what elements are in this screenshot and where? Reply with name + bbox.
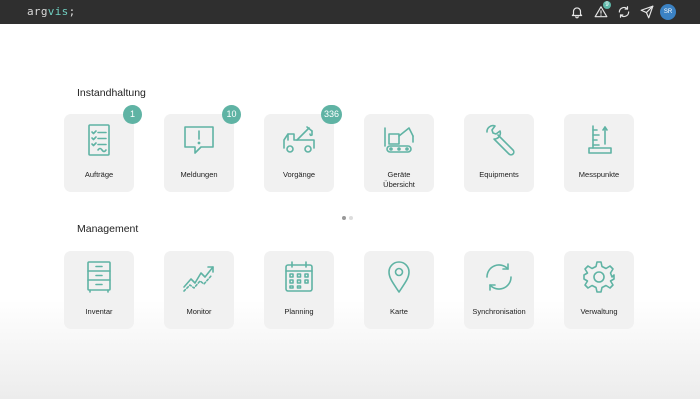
tile-verwaltung[interactable]: Verwaltung: [564, 251, 634, 329]
tile-meldungen[interactable]: Meldungen: [164, 114, 234, 192]
carousel-dot[interactable]: [349, 216, 353, 220]
badge-auftraege: 1: [123, 105, 142, 124]
logo-prefix: arg: [27, 5, 48, 18]
app-logo[interactable]: argvis;: [27, 5, 76, 18]
tile-auftraege[interactable]: Aufträge: [64, 114, 134, 192]
logo-accent: vis: [47, 5, 69, 18]
tile-label-line1: Geräte: [387, 170, 411, 179]
tile-label-line2: Übersicht: [383, 180, 415, 189]
measuring-gauge-icon: [581, 122, 617, 158]
section-title-instandhaltung: Instandhaltung: [77, 87, 146, 99]
tile-label: Planning: [284, 307, 314, 316]
tile-label: Inventar: [85, 307, 113, 316]
tile-planning[interactable]: Planning: [264, 251, 334, 329]
badge-vorgaenge: 336: [321, 105, 343, 124]
section-title-management: Management: [77, 223, 139, 235]
sync-icon[interactable]: [617, 5, 631, 19]
tile-label: Verwaltung: [580, 307, 618, 316]
alert-count-badge: 9: [603, 1, 611, 9]
tile-karte[interactable]: Karte: [364, 251, 434, 329]
carousel-dot-active[interactable]: [342, 216, 346, 220]
tile-messpunkte[interactable]: Messpunkte: [564, 114, 634, 192]
tile-monitor[interactable]: Monitor: [164, 251, 234, 329]
tile-label: Karte: [390, 307, 408, 316]
tile-label: Vorgänge: [282, 170, 316, 179]
logo-suffix: ;: [68, 5, 76, 18]
avatar[interactable]: SR: [660, 4, 676, 20]
tile-label: Equipments: [479, 170, 519, 179]
message-alert-icon: [181, 122, 217, 158]
calendar-icon: [281, 259, 317, 295]
cabinet-icon: [81, 259, 117, 295]
tile-geraete-uebersicht[interactable]: Geräte Übersicht: [364, 114, 434, 192]
map-pin-icon: [381, 259, 417, 295]
badge-meldungen: 10: [222, 105, 241, 124]
tow-truck-icon: [281, 122, 317, 158]
tile-equipments[interactable]: Equipments: [464, 114, 534, 192]
trend-chart-icon: [181, 259, 217, 295]
bell-icon[interactable]: [570, 5, 584, 19]
crane-icon: [381, 122, 417, 158]
tile-label: Messpunkte: [578, 170, 620, 179]
send-icon[interactable]: [640, 5, 654, 19]
carousel-dots: [342, 207, 356, 225]
wrench-icon: [481, 122, 517, 158]
tile-label: Geräte Übersicht: [364, 170, 434, 190]
tile-label: Synchronisation: [472, 307, 526, 316]
tile-synchronisation[interactable]: Synchronisation: [464, 251, 534, 329]
tile-inventar[interactable]: Inventar: [64, 251, 134, 329]
top-bar: argvis; 9 SR: [0, 0, 700, 24]
tile-label: Monitor: [186, 307, 212, 316]
sync-icon: [481, 259, 517, 295]
tile-label: Meldungen: [180, 170, 218, 179]
gear-icon: [581, 259, 617, 295]
tile-label: Aufträge: [84, 170, 114, 179]
tile-vorgaenge[interactable]: Vorgänge: [264, 114, 334, 192]
clipboard-list-icon: [81, 122, 117, 158]
